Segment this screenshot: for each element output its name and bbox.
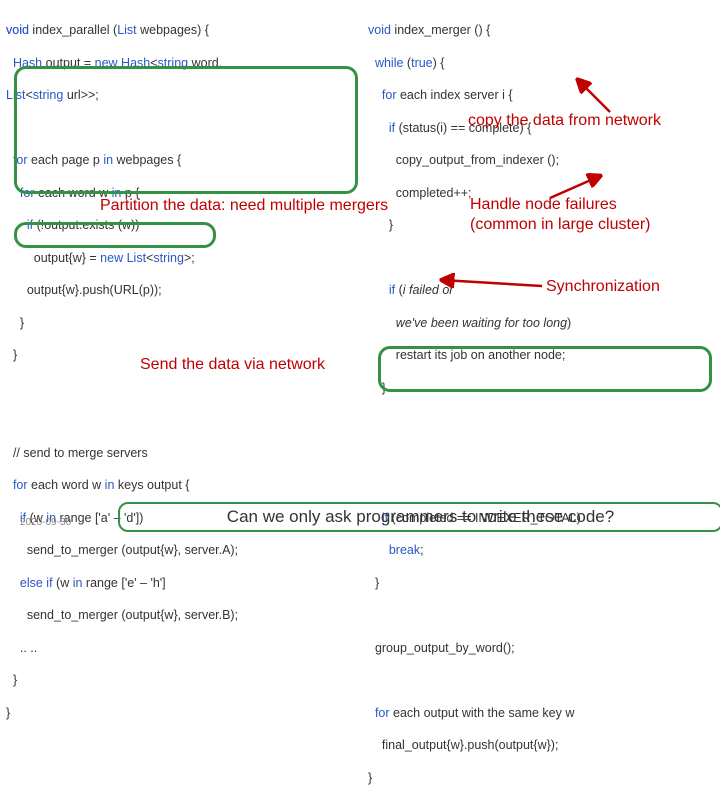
line: } bbox=[368, 575, 581, 591]
arrow-handle bbox=[470, 172, 620, 202]
line bbox=[6, 412, 238, 428]
line bbox=[368, 672, 581, 688]
line: group_output_by_word(); bbox=[368, 640, 581, 656]
line: } bbox=[368, 770, 581, 786]
line bbox=[368, 607, 581, 623]
arrow-sync bbox=[430, 268, 550, 292]
line: } bbox=[6, 672, 238, 688]
box-send bbox=[14, 222, 216, 248]
box-partition bbox=[14, 66, 358, 194]
arrow-copy bbox=[460, 74, 620, 116]
annot-partition: Partition the data: need multiple merger… bbox=[100, 197, 388, 215]
line: final_output{w}.push(output{w}); bbox=[368, 737, 581, 753]
line: } bbox=[6, 315, 238, 331]
line: for each output with the same key w bbox=[368, 705, 581, 721]
annot-send: Send the data via network bbox=[140, 356, 325, 374]
annot-handle2: (common in large cluster) bbox=[470, 216, 651, 234]
line: we've been waiting for too long) bbox=[368, 315, 581, 331]
line: copy_output_from_indexer (); bbox=[368, 152, 581, 168]
annot-sync: Synchronization bbox=[546, 278, 660, 296]
box-merge bbox=[378, 346, 712, 392]
line bbox=[368, 250, 581, 266]
line: send_to_merger (output{w}, server.B); bbox=[6, 607, 238, 623]
line: void index_parallel (List webpages) { bbox=[6, 22, 238, 38]
line: output{w}.push(URL(p)); bbox=[6, 282, 238, 298]
line: break; bbox=[368, 542, 581, 558]
line: else if (w in range ['e' – 'h'] bbox=[6, 575, 238, 591]
line: .. .. bbox=[6, 640, 238, 656]
line: void index_merger () { bbox=[368, 22, 581, 38]
line: for each word w in keys output { bbox=[6, 477, 238, 493]
line: } bbox=[6, 705, 238, 721]
line: send_to_merger (output{w}, server.A); bbox=[6, 542, 238, 558]
line: while (true) { bbox=[368, 55, 581, 71]
line bbox=[368, 412, 581, 428]
footer-date: 2020-09-30 bbox=[20, 517, 71, 528]
line bbox=[368, 445, 581, 461]
bottom-question: Can we only ask programmers to write the… bbox=[118, 502, 720, 532]
line bbox=[6, 380, 238, 396]
line: // send to merge servers bbox=[6, 445, 238, 461]
line bbox=[368, 477, 581, 493]
line: output{w} = new List<string>; bbox=[6, 250, 238, 266]
